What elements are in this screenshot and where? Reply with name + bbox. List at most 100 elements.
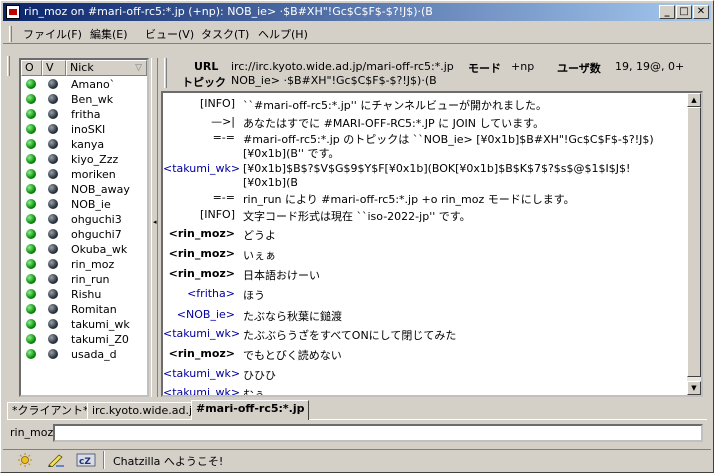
message-input[interactable] bbox=[53, 424, 703, 442]
user-row[interactable]: rin_run bbox=[21, 272, 147, 287]
operator-status-icon bbox=[26, 334, 36, 344]
current-nick[interactable]: rin_moz bbox=[10, 426, 53, 439]
menu-edit[interactable]: 編集(E) bbox=[90, 27, 128, 42]
user-row[interactable]: Rishu bbox=[21, 287, 147, 302]
user-row[interactable]: ohguchi7 bbox=[21, 227, 147, 242]
voice-status-icon bbox=[48, 349, 58, 359]
message-nick[interactable]: <takumi_wk> bbox=[163, 162, 240, 175]
scroll-thumb[interactable] bbox=[687, 107, 701, 377]
panel-grip[interactable] bbox=[7, 56, 10, 76]
menu-task[interactable]: タスク(T) bbox=[201, 27, 249, 42]
collapse-arrow-icon[interactable]: ◂ bbox=[153, 218, 157, 226]
operator-status-icon bbox=[26, 124, 36, 134]
user-row[interactable]: NOB_ie bbox=[21, 197, 147, 212]
maximize-button[interactable]: □ bbox=[676, 5, 692, 19]
user-row[interactable]: fritha bbox=[21, 107, 147, 122]
user-row[interactable]: usada_d bbox=[21, 347, 147, 362]
menu-file[interactable]: ファイル(F) bbox=[23, 27, 82, 42]
message-nick[interactable]: <rin_moz> bbox=[163, 227, 235, 240]
voice-status-icon bbox=[48, 199, 58, 209]
minimize-button[interactable]: _ bbox=[659, 5, 675, 19]
voice-status-icon bbox=[48, 214, 58, 224]
user-row[interactable]: Ben_wk bbox=[21, 92, 147, 107]
scroll-up-icon[interactable]: ▲ bbox=[687, 93, 701, 107]
user-row[interactable]: moriken bbox=[21, 167, 147, 182]
voice-status-icon bbox=[48, 184, 58, 194]
message-text: たぶなら秋葉に鎚渡 bbox=[243, 310, 342, 323]
title-bar[interactable]: rin_moz on #mari-off-rc5:*.jp (+np): NOB… bbox=[3, 3, 711, 21]
operator-status-icon bbox=[26, 274, 36, 284]
tab-client[interactable]: *クライアント* bbox=[7, 402, 94, 419]
user-nick: NOB_ie bbox=[71, 198, 111, 211]
user-nick: fritha bbox=[71, 108, 101, 121]
sun-icon[interactable] bbox=[17, 453, 33, 467]
voice-status-icon bbox=[48, 139, 58, 149]
operator-status-icon bbox=[26, 154, 36, 164]
input-row: rin_moz bbox=[7, 424, 707, 442]
user-nick: rin_run bbox=[71, 273, 110, 286]
operator-status-icon bbox=[26, 139, 36, 149]
message-nick: —>| bbox=[211, 115, 235, 128]
message-nick[interactable]: <rin_moz> bbox=[163, 247, 235, 260]
menu-help[interactable]: ヘルプ(H) bbox=[258, 27, 308, 42]
message-text: いぇぁ bbox=[243, 249, 276, 262]
message-nick[interactable]: <takumi_wk> bbox=[163, 386, 240, 395]
message-text: あなたはすでに #MARI-OFF-RC5:*.JP に JOIN しています。 bbox=[243, 117, 545, 130]
header-grip[interactable] bbox=[164, 58, 167, 88]
url-value[interactable]: irc://irc.kyoto.wide.ad.jp/mari-off-rc5:… bbox=[231, 60, 454, 73]
chat-output[interactable]: [INFO] ``#mari-off-rc5:*.jp'' にチャンネルビューが開… bbox=[161, 91, 703, 397]
user-row[interactable]: takumi_wk bbox=[21, 317, 147, 332]
user-row[interactable]: Amano` bbox=[21, 77, 147, 92]
message-nick[interactable]: <takumi_wk> bbox=[163, 367, 240, 380]
user-row[interactable]: kiyo_Zzz bbox=[21, 152, 147, 167]
chat-icon[interactable]: cZ bbox=[76, 453, 96, 467]
status-text: Chatzilla へようこそ! bbox=[113, 455, 224, 468]
message-nick[interactable]: <NOB_ie> bbox=[163, 308, 235, 321]
app-icon bbox=[6, 5, 20, 19]
topic-label: トピック bbox=[182, 76, 226, 89]
column-op[interactable]: O bbox=[21, 60, 42, 76]
operator-status-icon bbox=[26, 94, 36, 104]
window-title: rin_moz on #mari-off-rc5:*.jp (+np): NOB… bbox=[24, 5, 433, 18]
users-value: 19, 19@, 0+ bbox=[615, 60, 685, 73]
user-row[interactable]: inoSKI bbox=[21, 122, 147, 137]
menu-bar: ファイル(F) 編集(E) ビュー(V) タスク(T) ヘルプ(H) bbox=[3, 24, 711, 44]
status-bar: cZ Chatzilla へようこそ! bbox=[3, 449, 711, 470]
operator-status-icon bbox=[26, 184, 36, 194]
voice-status-icon bbox=[48, 109, 58, 119]
message-nick[interactable]: <rin_moz> bbox=[163, 347, 235, 360]
panel-splitter[interactable]: ◂ bbox=[151, 58, 158, 397]
user-list-header: O V Nick ▽ bbox=[21, 60, 147, 76]
users-label: ユーザ数 bbox=[557, 62, 601, 75]
voice-status-icon bbox=[48, 169, 58, 179]
voice-status-icon bbox=[48, 304, 58, 314]
user-row[interactable]: Okuba_wk bbox=[21, 242, 147, 257]
user-row[interactable]: ohguchi3 bbox=[21, 212, 147, 227]
voice-status-icon bbox=[48, 94, 58, 104]
tab-channel[interactable]: #mari-off-rc5:*.jp bbox=[191, 400, 310, 420]
user-row[interactable]: Romitan bbox=[21, 302, 147, 317]
user-row[interactable]: NOB_away bbox=[21, 182, 147, 197]
vertical-scrollbar[interactable]: ▲ ▼ bbox=[687, 93, 701, 395]
menu-view[interactable]: ビュー(V) bbox=[145, 27, 194, 42]
scroll-down-icon[interactable]: ▼ bbox=[687, 381, 701, 395]
user-nick: usada_d bbox=[71, 348, 117, 361]
topic-value[interactable]: NOB_ie> ·$B#XH"!Gc$C$F$-$?!J$)·(B bbox=[231, 74, 437, 87]
tab-server[interactable]: irc.kyoto.wide.ad.jp bbox=[87, 402, 205, 419]
close-button[interactable]: ✕ bbox=[693, 5, 709, 19]
toolbar-grip[interactable] bbox=[9, 26, 12, 42]
compose-icon[interactable] bbox=[47, 453, 64, 468]
message-nick[interactable]: <fritha> bbox=[163, 287, 235, 300]
user-nick: moriken bbox=[71, 168, 116, 181]
column-voice[interactable]: V bbox=[42, 60, 66, 76]
operator-status-icon bbox=[26, 109, 36, 119]
message-nick[interactable]: <rin_moz> bbox=[163, 267, 235, 280]
svg-text:cZ: cZ bbox=[79, 457, 91, 467]
column-nick[interactable]: Nick ▽ bbox=[66, 60, 147, 76]
user-row[interactable]: takumi_Z0 bbox=[21, 332, 147, 347]
user-nick: NOB_away bbox=[71, 183, 130, 196]
operator-status-icon bbox=[26, 214, 36, 224]
user-row[interactable]: rin_moz bbox=[21, 257, 147, 272]
user-row[interactable]: kanya bbox=[21, 137, 147, 152]
message-nick[interactable]: <takumi_wk> bbox=[163, 327, 240, 340]
